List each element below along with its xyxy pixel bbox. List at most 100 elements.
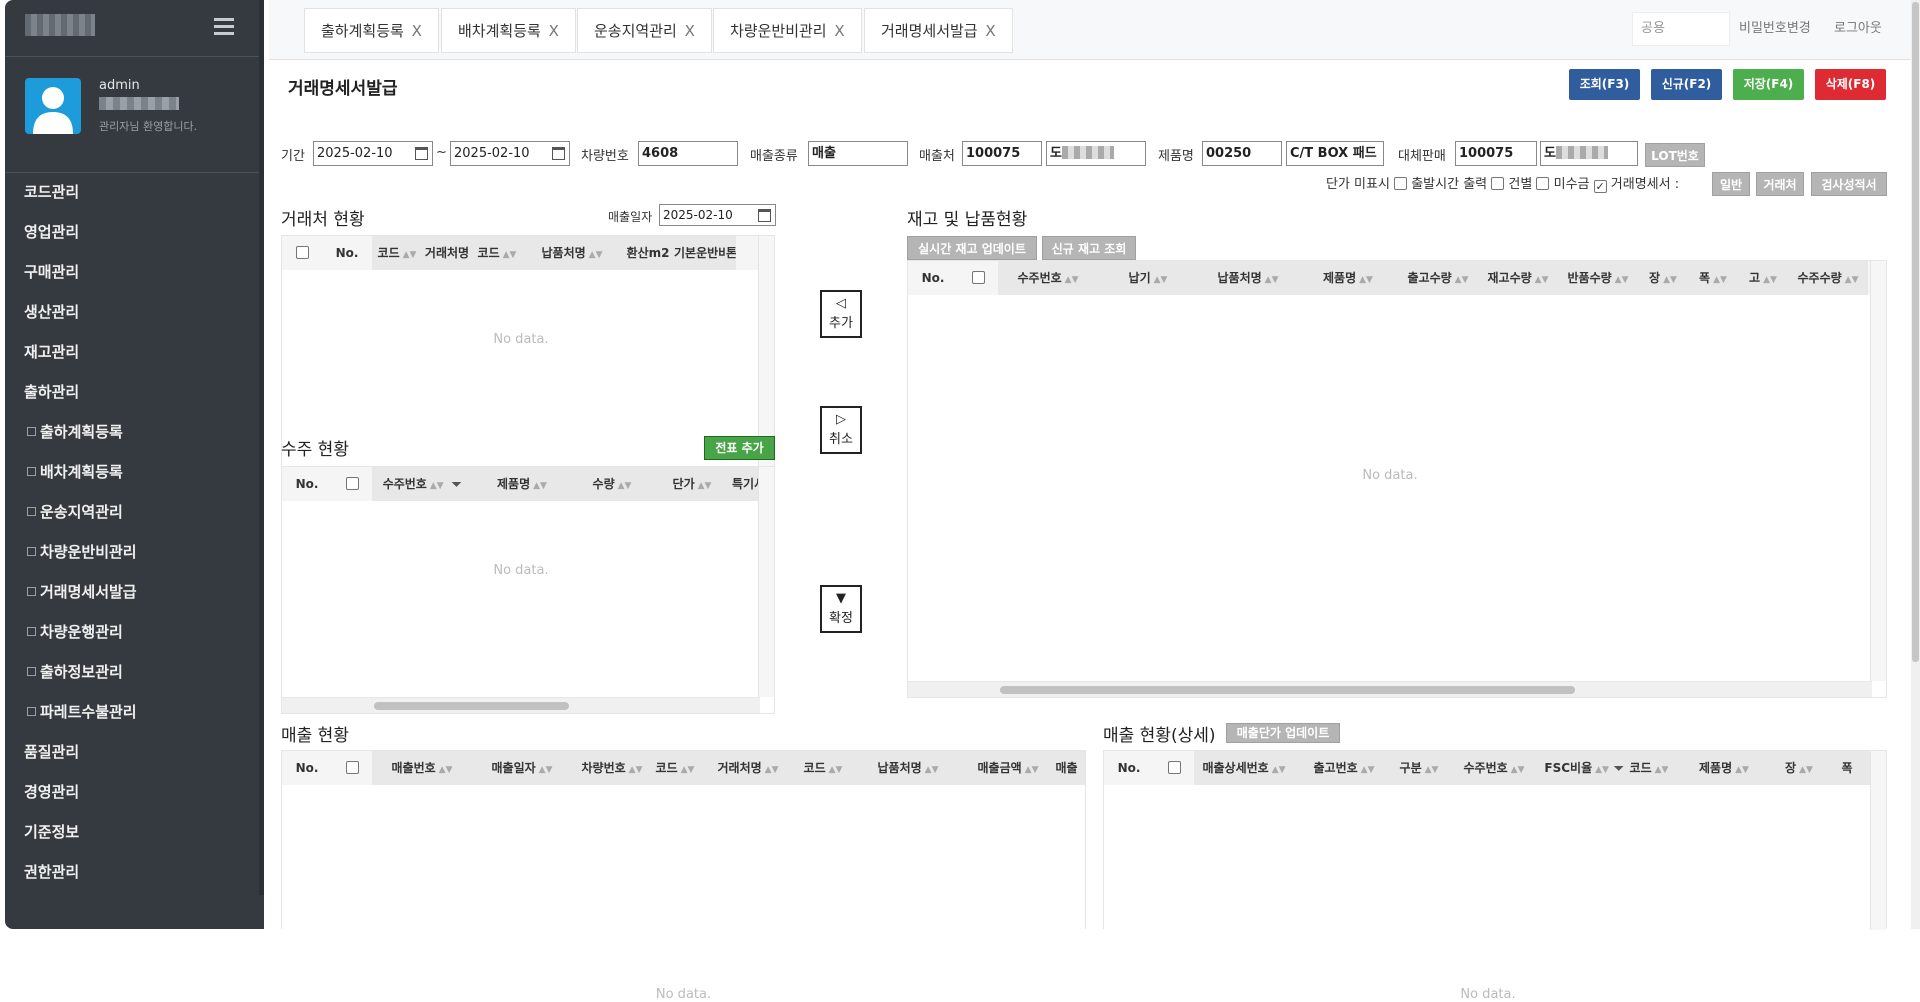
sidebar-item[interactable]: 코드관리 [5, 172, 264, 212]
sidebar-item[interactable]: 기준정보 [5, 812, 264, 852]
logout-link[interactable]: 로그아웃 [1834, 0, 1882, 60]
col-delivery-name[interactable]: 납품처명 ▲▼ [848, 751, 968, 785]
tab-shipping-plan[interactable]: 출하계획등록 X [304, 8, 439, 53]
sidebar-item[interactable]: 구매관리 [5, 252, 264, 292]
col-customer-name[interactable]: 거래처명 [422, 236, 472, 270]
col-category[interactable]: 구분 ▲▼ [1394, 751, 1444, 785]
lot-number-button[interactable]: LOT번호 [1645, 143, 1705, 167]
date-to-input[interactable]: 2025-02-10 [450, 141, 570, 166]
inspection-report-button[interactable]: 검사성적서 [1811, 172, 1887, 196]
col-order-number[interactable]: 수주번호 ▲▼ [1444, 751, 1544, 785]
change-password-link[interactable]: 비밀번호변경 [1739, 0, 1811, 60]
calendar-icon[interactable] [758, 209, 771, 222]
alt-sales-name-input[interactable]: 도 [1540, 141, 1638, 166]
page-scrollbar[interactable] [1911, 0, 1920, 929]
sidebar-item[interactable]: 운송지역관리 [5, 492, 264, 532]
close-icon[interactable]: X [685, 22, 695, 40]
sidebar-item[interactable]: 차량운행관리 [5, 612, 264, 652]
col-code-2[interactable]: 코드 ▲▼ [798, 751, 848, 785]
sidebar-scrollbar[interactable] [259, 0, 264, 895]
select-all-checkbox[interactable] [332, 467, 372, 501]
customer-name-input[interactable]: 도 [1046, 141, 1146, 166]
per-item-checkbox[interactable] [1491, 177, 1505, 190]
sidebar-item[interactable]: 품질관리 [5, 732, 264, 772]
product-code-input[interactable]: 00250 [1202, 141, 1282, 166]
col-code[interactable]: 코드 ▲▼ [1624, 751, 1674, 785]
calendar-icon[interactable] [552, 147, 565, 160]
col-remarks[interactable]: 특기사항 [732, 467, 760, 501]
col-length[interactable]: 장 ▲▼ [1638, 261, 1688, 295]
horizontal-scrollbar[interactable] [282, 697, 760, 713]
col-due-date[interactable]: 납기 ▲▼ [1098, 261, 1198, 295]
unpaid-checkbox[interactable] [1536, 177, 1550, 190]
col-height[interactable]: 고 ▲▼ [1738, 261, 1788, 295]
col-return-qty[interactable]: 반품수량 ▲▼ [1558, 261, 1638, 295]
horizontal-scrollbar[interactable] [908, 681, 1872, 697]
sidebar-item[interactable]: 재고관리 [5, 332, 264, 372]
col-code[interactable]: 코드 ▲▼ [652, 751, 698, 785]
vehicle-input[interactable]: 4608 [638, 141, 738, 166]
sidebar-item[interactable]: 생산관리 [5, 292, 264, 332]
close-icon[interactable]: X [985, 22, 995, 40]
select-all-checkbox[interactable] [332, 751, 372, 785]
add-row-button[interactable]: ◁ 추가 [820, 290, 862, 338]
sidebar-item[interactable]: 권한관리 [5, 852, 264, 892]
col-product-name[interactable]: 제품명 ▲▼ [472, 467, 572, 501]
statement-general-button[interactable]: 일반 [1712, 172, 1750, 196]
vertical-scrollbar[interactable] [1870, 751, 1886, 930]
sidebar-item[interactable]: 출하관리 [5, 372, 264, 412]
col-base-freight[interactable]: 기본운반비 [674, 236, 726, 270]
close-icon[interactable]: X [412, 22, 422, 40]
col-order-number[interactable]: 수주번호 ▲▼ ⏷ [372, 467, 472, 501]
col-order-number[interactable]: 수주번호 ▲▼ [998, 261, 1098, 295]
col-product-name[interactable]: 제품명 ▲▼ [1298, 261, 1398, 295]
col-code-2[interactable]: 코드 ▲▼ [472, 236, 522, 270]
col-fsc-ratio[interactable]: FSC비율 ▲▼ ⏷ [1544, 751, 1624, 785]
new-button[interactable]: 신규(F2) [1651, 69, 1722, 100]
col-width[interactable]: 폭 ▲▼ [1688, 261, 1738, 295]
sidebar-item[interactable]: 영업관리 [5, 212, 264, 252]
col-converted-m2[interactable]: 환산m2 [622, 236, 674, 270]
col-unit-price[interactable]: 단가 ▲▼ [652, 467, 732, 501]
tab-statement-issue[interactable]: 거래명세서발급 X [864, 8, 1013, 53]
sidebar-item[interactable]: 거래명세서발급 [5, 572, 264, 612]
select-all-checkbox[interactable] [282, 236, 322, 270]
customer-code-input[interactable]: 100075 [962, 141, 1042, 166]
col-sales-number[interactable]: 매출번호 ▲▼ [372, 751, 472, 785]
col-sales-date[interactable]: 매출일자 ▲▼ [472, 751, 572, 785]
statement-checkbox[interactable]: ✓ [1593, 180, 1607, 193]
col-code[interactable]: 코드 ▲▼ [372, 236, 422, 270]
sidebar-item[interactable]: 파레트수불관리 [5, 692, 264, 732]
sidebar-item[interactable]: 출하계획등록 [5, 412, 264, 452]
alt-sales-code-input[interactable]: 100075 [1455, 141, 1537, 166]
realtime-stock-update-button[interactable]: 실시간 재고 업데이트 [907, 236, 1037, 260]
select-all-checkbox[interactable] [1154, 751, 1194, 785]
sidebar-item[interactable]: 차량운반비관리 [5, 532, 264, 572]
statement-customer-button[interactable]: 거래처 [1756, 172, 1804, 196]
departure-time-checkbox[interactable] [1394, 177, 1408, 190]
col-customer-name[interactable]: 거래처명 ▲▼ [698, 751, 798, 785]
sales-date-input[interactable]: 2025-02-10 [659, 204, 776, 226]
col-sales-detail-number[interactable]: 매출상세번호 ▲▼ [1194, 751, 1294, 785]
col-delivery-name[interactable]: 납품처명 ▲▼ [1198, 261, 1298, 295]
col-length[interactable]: 장 ▲▼ [1774, 751, 1824, 785]
col-quantity[interactable]: 수량 ▲▼ [572, 467, 652, 501]
hamburger-menu-icon[interactable] [214, 18, 234, 36]
col-delivery-name[interactable]: 납품처명 ▲▼ [522, 236, 622, 270]
save-button[interactable]: 저장(F4) [1733, 69, 1804, 100]
close-icon[interactable]: X [549, 22, 559, 40]
cancel-row-button[interactable]: ▷ 취소 [820, 406, 862, 454]
sales-type-input[interactable]: 매출 [808, 141, 908, 166]
col-width[interactable]: 폭 [1824, 751, 1870, 785]
close-icon[interactable]: X [834, 22, 844, 40]
tab-transport-region[interactable]: 운송지역관리 X [577, 8, 712, 53]
vertical-scrollbar[interactable] [758, 236, 774, 466]
select-all-checkbox[interactable] [958, 261, 998, 295]
product-name-input[interactable]: C/T BOX 패드 [1286, 141, 1384, 166]
col-ton[interactable]: 톤 [726, 236, 736, 270]
tab-dispatch-plan[interactable]: 배차계획등록 X [441, 8, 576, 53]
add-slip-button[interactable]: 전표 추가 [704, 436, 775, 460]
col-stock-qty[interactable]: 재고수량 ▲▼ [1478, 261, 1558, 295]
col-sales-more[interactable]: 매출 [1048, 751, 1085, 785]
col-vehicle-number[interactable]: 차량번호 ▲▼ [572, 751, 652, 785]
